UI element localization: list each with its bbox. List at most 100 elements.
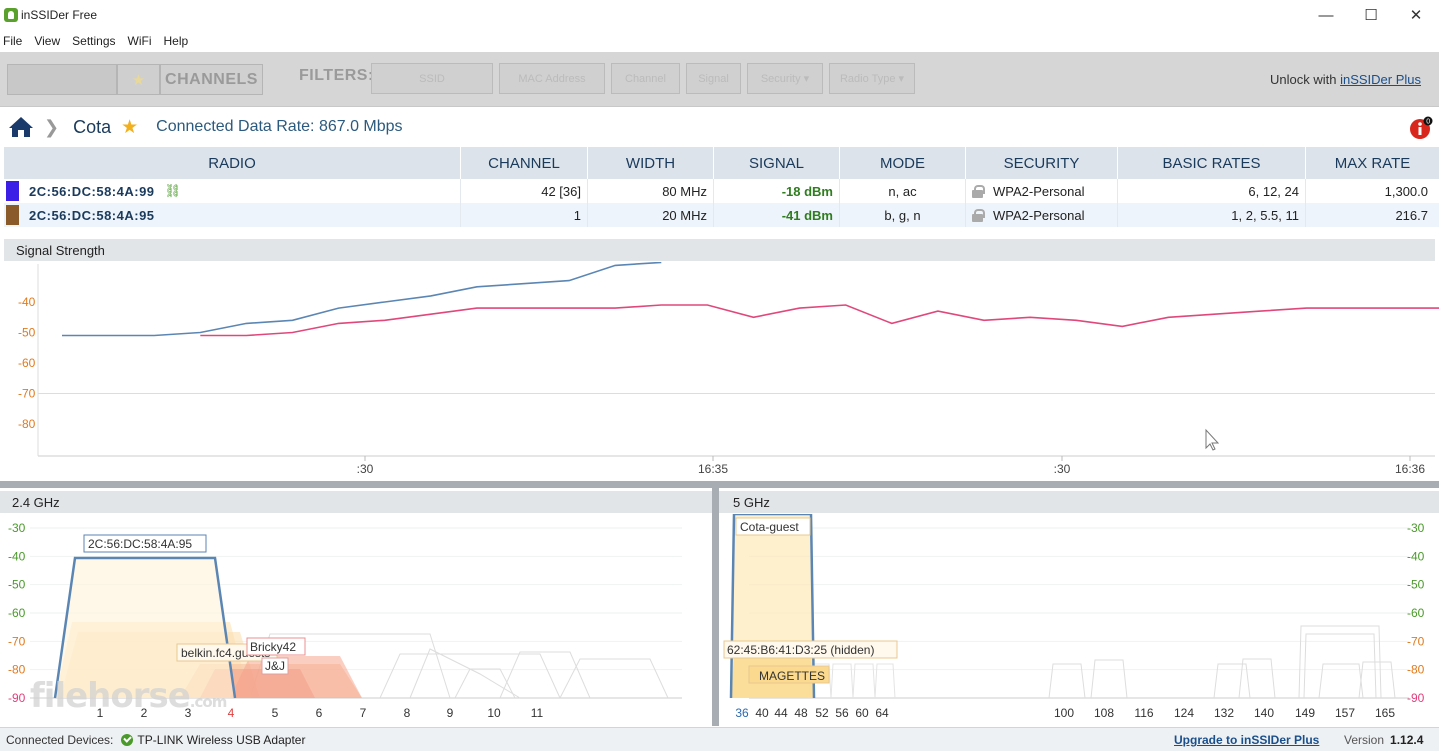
cell-security: WPA2-Personal [966, 203, 1118, 227]
channel-tick-label: 40 [755, 706, 769, 720]
cell-signal: -41 dBm [714, 203, 840, 227]
networks-view-button[interactable] [7, 64, 117, 95]
star-icon[interactable]: ★ [121, 116, 138, 139]
y-tick-label: -50 [8, 578, 26, 592]
vertical-splitter[interactable] [712, 488, 719, 726]
channel-tick-label: 7 [360, 706, 367, 720]
col-mode[interactable]: MODE [840, 147, 966, 179]
connected-devices-label: Connected Devices: [6, 732, 114, 747]
filter-security-dropdown[interactable]: Security ▾ [747, 63, 823, 94]
cell-radio: 2C:56:DC:58:4A:95 [4, 203, 461, 227]
channel-tick-label: 36 [735, 706, 749, 720]
filter-ssid[interactable]: SSID [371, 63, 493, 94]
channel-tick-label: 124 [1174, 706, 1194, 720]
filter-channel[interactable]: Channel [611, 63, 680, 94]
table-row[interactable]: 2C:56:DC:58:4A:99 ⛓ 42 [36] 80 MHz -18 d… [4, 179, 1439, 203]
y-tick-label: -40 [1407, 549, 1425, 563]
y-tick-label: -30 [8, 521, 26, 535]
y-tick-label: -40 [18, 295, 36, 309]
favorites-button[interactable]: ★ [117, 64, 160, 95]
close-button[interactable]: ✕ [1393, 0, 1439, 30]
menu-wifi[interactable]: WiFi [128, 34, 152, 48]
col-channel[interactable]: CHANNEL [461, 147, 588, 179]
col-width[interactable]: WIDTH [588, 147, 714, 179]
app-logo-icon [4, 8, 18, 22]
cell-security: WPA2-Personal [966, 179, 1118, 203]
channel-tick-label: 4 [228, 706, 235, 720]
network-label[interactable]: MAGETTES [759, 669, 825, 683]
menu-view[interactable]: View [34, 34, 60, 48]
network-label[interactable]: J&J [265, 659, 285, 673]
channel-tick-label: 108 [1094, 706, 1114, 720]
filter-signal[interactable]: Signal [686, 63, 741, 94]
filters-label: FILTERS: [299, 67, 374, 84]
home-icon[interactable] [8, 116, 34, 138]
menu-file[interactable]: File [3, 34, 22, 48]
table-header: RADIO CHANNEL WIDTH SIGNAL MODE SECURITY… [4, 147, 1439, 179]
cell-mode: n, ac [840, 179, 966, 203]
channel-graph-5ghz: 36 40 44 48 52 56 60 64 100 108 116 124 132 140 149 157… [723, 514, 1425, 720]
filehorse-watermark: filehorse.com [30, 676, 227, 716]
check-icon [121, 733, 134, 746]
col-radio[interactable]: RADIO [4, 147, 461, 179]
app-title: inSSIDer Free [21, 8, 98, 22]
breadcrumb: ❯ Cota ★ Connected Data Rate: 867.0 Mbps… [0, 108, 1439, 146]
channel-tick-label: 140 [1254, 706, 1274, 720]
connected-data-rate: Connected Data Rate: 867.0 Mbps [156, 118, 403, 135]
col-signal[interactable]: SIGNAL [714, 147, 840, 179]
network-name: Cota [73, 116, 112, 137]
col-security[interactable]: SECURITY [966, 147, 1118, 179]
unlock-label: Unlock with [1269, 72, 1337, 87]
svg-text:0: 0 [1426, 119, 1430, 126]
menu-bar: File View Settings WiFi Help [0, 30, 1439, 52]
mouse-cursor-icon [1205, 428, 1220, 451]
channel-tick-label: 165 [1375, 706, 1395, 720]
menu-settings[interactable]: Settings [72, 34, 115, 48]
upgrade-link[interactable]: Upgrade to inSSIDer Plus [1174, 733, 1319, 747]
menu-help[interactable]: Help [164, 34, 189, 48]
filter-mac-address[interactable]: MAC Address [499, 63, 605, 94]
channels-button[interactable]: CHANNELS [160, 64, 263, 95]
watermark-main: filehorse [30, 676, 191, 716]
horizontal-splitter[interactable] [0, 481, 1439, 488]
chevron-right-icon: ❯ [44, 116, 60, 137]
y-tick-label: -80 [1407, 663, 1425, 677]
col-basic-rates[interactable]: BASIC RATES [1118, 147, 1306, 179]
notification-info-icon[interactable]: 0 [1409, 116, 1433, 140]
y-tick-label: -90 [8, 691, 26, 705]
maximize-button[interactable]: ☐ [1348, 0, 1394, 30]
radio-color-swatch [6, 205, 19, 225]
network-label[interactable]: Cota-guest [740, 520, 799, 534]
channel-tick-label: 149 [1295, 706, 1315, 720]
network-label[interactable]: 62:45:B6:41:D3:25 (hidden) [727, 643, 874, 657]
table-row[interactable]: 2C:56:DC:58:4A:95 1 20 MHz -41 dBm b, g,… [4, 203, 1439, 227]
filter-radio-type-dropdown[interactable]: Radio Type ▾ [829, 63, 915, 94]
y-tick-label: -50 [1407, 578, 1425, 592]
version-info: Version 1.12.4 [1344, 733, 1423, 747]
signal-series-line[interactable] [62, 262, 662, 337]
channel-tick-label: 60 [855, 706, 869, 720]
cell-width: 80 MHz [588, 179, 714, 203]
y-tick-label: -60 [1407, 606, 1425, 620]
signal-series-line[interactable] [200, 304, 1439, 337]
connected-link-icon: ⛓ [164, 183, 182, 198]
minimize-button[interactable]: — [1303, 0, 1349, 30]
unlock-link[interactable]: inSSIDer Plus [1340, 72, 1421, 87]
signal-strength-header: Signal Strength [4, 239, 1435, 261]
cell-radio: 2C:56:DC:58:4A:99 ⛓ [4, 179, 461, 203]
cell-width: 20 MHz [588, 203, 714, 227]
cell-basic-rates: 1, 2, 5.5, 11 [1118, 203, 1306, 227]
col-max-rate[interactable]: MAX RATE [1306, 147, 1439, 179]
network-label[interactable]: 2C:56:DC:58:4A:95 [88, 537, 192, 551]
x-tick-label: 16:35 [698, 462, 728, 476]
networks-table: RADIO CHANNEL WIDTH SIGNAL MODE SECURITY… [4, 147, 1439, 227]
security-value: WPA2-Personal [993, 207, 1085, 223]
cell-basic-rates: 6, 12, 24 [1118, 179, 1306, 203]
version-number: 1.12.4 [1390, 733, 1424, 747]
y-tick-label: -50 [18, 326, 36, 340]
cell-channel: 1 [461, 203, 588, 227]
channel-tick-label: 132 [1214, 706, 1234, 720]
y-tick-label: -70 [1407, 634, 1425, 648]
network-label[interactable]: Bricky42 [250, 640, 296, 654]
cell-channel: 42 [36] [461, 179, 588, 203]
